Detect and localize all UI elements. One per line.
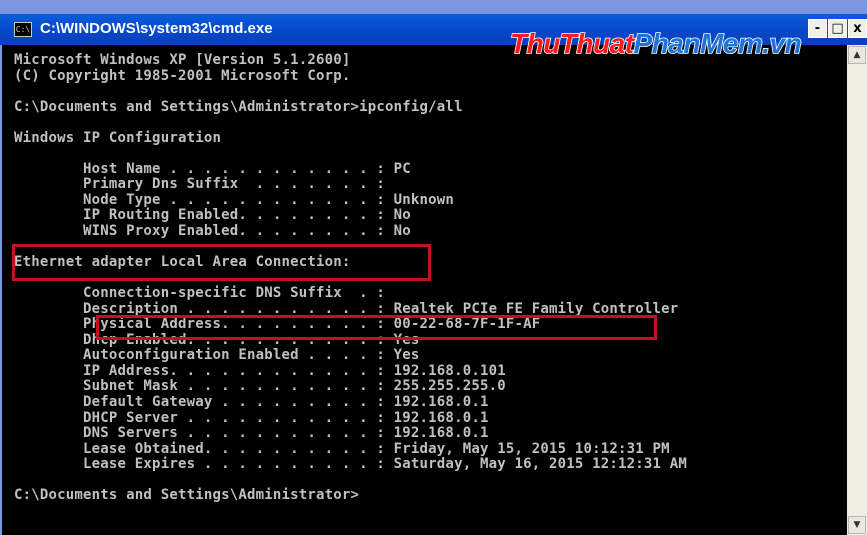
highlight-physical-address: [96, 315, 657, 340]
console-output[interactable]: Microsoft Windows XP [Version 5.1.2600](…: [2, 45, 847, 535]
console-line: Default Gateway . . . . . . . . . : 192.…: [14, 394, 489, 411]
console-line: WINS Proxy Enabled. . . . . . . . : No: [14, 223, 411, 240]
window-title: C:\WINDOWS\system32\cmd.exe: [40, 20, 273, 37]
vertical-scrollbar[interactable]: ▲ ▼: [847, 45, 867, 535]
console-line: (C) Copyright 1985-2001 Microsoft Corp.: [14, 67, 351, 84]
console-line: IP Routing Enabled. . . . . . . . : No: [14, 207, 411, 224]
highlight-adapter-heading: [12, 244, 431, 281]
console-line: Primary Dns Suffix . . . . . . . :: [14, 176, 386, 193]
console-line: DHCP Server . . . . . . . . . . . : 192.…: [14, 409, 489, 426]
console-line: C:\Documents and Settings\Administrator>: [14, 487, 360, 504]
console-line: Lease Expires . . . . . . . . . . : Satu…: [14, 456, 688, 473]
watermark-part2: PhanMem: [633, 27, 764, 60]
cmd-window: C:\ C:\WINDOWS\system32\cmd.exe - □ x Mi…: [0, 0, 867, 535]
console-line: Host Name . . . . . . . . . . . . : PC: [14, 160, 411, 177]
console-line: C:\Documents and Settings\Administrator>…: [14, 98, 463, 115]
console-line: Autoconfiguration Enabled . . . . : Yes: [14, 347, 420, 364]
minimize-button[interactable]: -: [808, 19, 827, 38]
console-line: Windows IP Configuration: [14, 129, 222, 146]
console-line: IP Address. . . . . . . . . . . . : 192.…: [14, 362, 506, 379]
scroll-down-icon[interactable]: ▼: [848, 516, 866, 534]
maximize-button[interactable]: □: [828, 19, 847, 38]
close-button[interactable]: x: [848, 19, 867, 38]
console-line: Lease Obtained. . . . . . . . . . : Frid…: [14, 440, 670, 457]
watermark-logo: ThuThuatPhanMem.vn: [509, 27, 802, 60]
console-line: DNS Servers . . . . . . . . . . . : 192.…: [14, 425, 489, 442]
watermark-part1: ThuThuat: [509, 27, 635, 60]
cmd-app-icon[interactable]: C:\: [14, 22, 32, 37]
scroll-up-icon[interactable]: ▲: [848, 46, 866, 64]
console-line: Subnet Mask . . . . . . . . . . . : 255.…: [14, 378, 506, 395]
watermark-part3: .vn: [761, 27, 802, 60]
console-line: Connection-specific DNS Suffix . :: [14, 285, 386, 302]
console-line: Node Type . . . . . . . . . . . . : Unkn…: [14, 191, 455, 208]
